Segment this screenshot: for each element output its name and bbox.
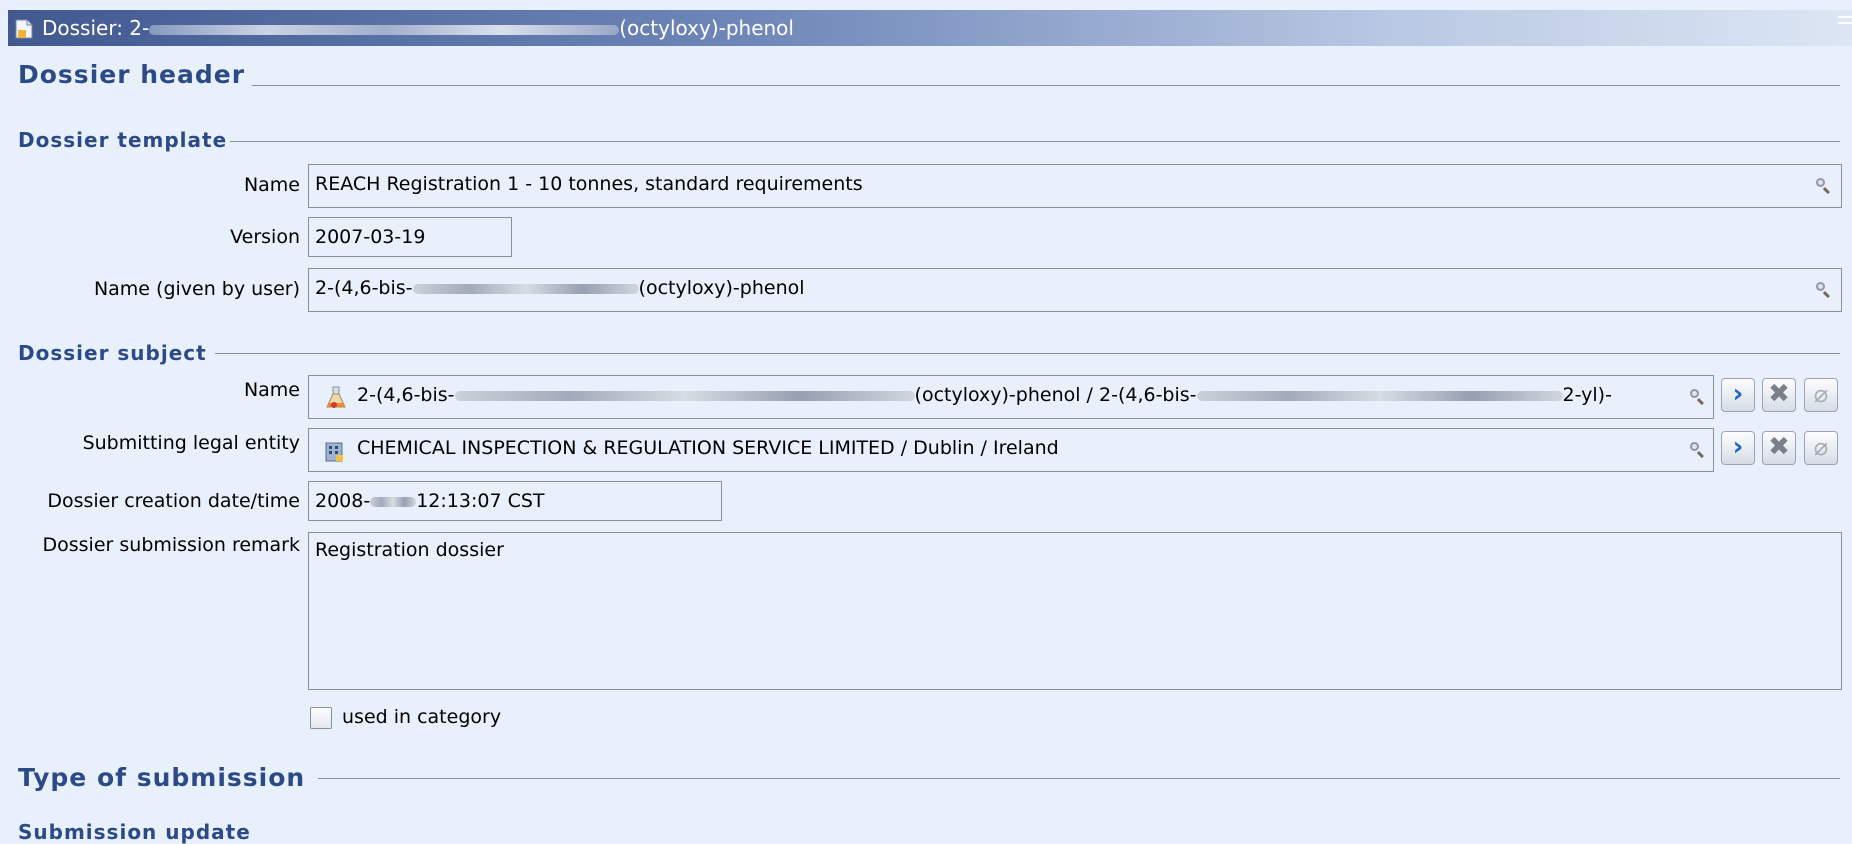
user-name-suffix: (octyloxy)-phenol xyxy=(638,277,805,299)
redacted-text xyxy=(412,283,639,294)
section-divider xyxy=(318,778,1840,779)
chevron-right-icon: › xyxy=(1732,432,1744,462)
creation-date-label: Dossier creation date/time xyxy=(47,490,300,512)
goto-entity-button[interactable]: › xyxy=(1721,431,1755,465)
section-divider xyxy=(230,141,1840,142)
subject-name-part2: (octyloxy)-phenol / 2-(4,6-bis- xyxy=(914,384,1197,406)
window-title: Dossier: 2- (octyloxy)-phenol xyxy=(42,16,794,40)
template-version-field[interactable]: 2007-03-19 xyxy=(308,217,512,257)
creation-date-suffix: 12:13:07 CST xyxy=(416,490,545,512)
subject-name-label: Name xyxy=(243,379,300,401)
search-icon[interactable] xyxy=(1815,281,1831,297)
subject-name-part3: 2-yl)- xyxy=(1562,384,1612,406)
remove-entity-button[interactable]: ✖ xyxy=(1762,431,1796,465)
section-dossier-header: Dossier header xyxy=(18,60,246,89)
minimize-icon[interactable] xyxy=(1838,16,1852,24)
flask-icon xyxy=(326,386,346,408)
window-title-bar: Dossier: 2- (octyloxy)-phenol xyxy=(8,10,1852,46)
creation-date-field[interactable]: 2008- 12:13:07 CST xyxy=(308,481,722,521)
close-icon: ✖ xyxy=(1768,379,1790,409)
subject-name-part1: 2-(4,6-bis- xyxy=(357,384,455,406)
search-icon[interactable] xyxy=(1815,177,1831,193)
search-icon[interactable] xyxy=(1689,388,1705,404)
legal-entity-label: Submitting legal entity xyxy=(82,432,300,454)
goto-subject-button[interactable]: › xyxy=(1721,378,1755,412)
template-version-label: Version xyxy=(230,226,300,248)
user-name-field[interactable]: 2-(4,6-bis- (octyloxy)-phenol xyxy=(308,268,1842,312)
creation-date-prefix: 2008- xyxy=(315,490,371,512)
attach-subject-button[interactable]: ⌀ xyxy=(1804,378,1838,412)
template-name-label: Name xyxy=(243,174,300,196)
redacted-text xyxy=(370,496,417,507)
subject-name-field[interactable]: 2-(4,6-bis- (octyloxy)-phenol / 2-(4,6-bi… xyxy=(308,375,1714,419)
user-name-prefix: 2-(4,6-bis- xyxy=(315,277,413,299)
section-type-of-submission: Type of submission xyxy=(18,763,306,792)
building-icon xyxy=(325,442,343,462)
user-name-label: Name (given by user) xyxy=(93,278,300,300)
submission-remark-textarea[interactable]: Registration dossier xyxy=(308,532,1842,690)
close-icon: ✖ xyxy=(1768,432,1790,462)
section-divider xyxy=(252,85,1840,86)
template-name-field[interactable]: REACH Registration 1 - 10 tonnes, standa… xyxy=(308,164,1842,208)
redacted-text xyxy=(1196,390,1563,401)
submission-remark-value: Registration dossier xyxy=(315,539,504,561)
legal-entity-value: CHEMICAL INSPECTION & REGULATION SERVICE… xyxy=(357,437,1059,459)
section-dossier-template: Dossier template xyxy=(18,128,228,152)
section-submission-update: Submission update xyxy=(18,820,251,844)
remove-subject-button[interactable]: ✖ xyxy=(1762,378,1796,412)
attach-entity-button[interactable]: ⌀ xyxy=(1804,431,1838,465)
used-in-category-checkbox[interactable] xyxy=(310,707,332,729)
chevron-right-icon: › xyxy=(1732,379,1744,409)
paperclip-icon: ⌀ xyxy=(1813,380,1829,408)
section-dossier-subject: Dossier subject xyxy=(18,341,207,365)
dossier-icon xyxy=(15,19,33,39)
submission-remark-label: Dossier submission remark xyxy=(42,534,301,556)
paperclip-icon: ⌀ xyxy=(1813,433,1829,461)
search-icon[interactable] xyxy=(1689,441,1705,457)
used-in-category-label: used in category xyxy=(342,706,502,728)
template-version-value: 2007-03-19 xyxy=(315,226,426,248)
template-name-value: REACH Registration 1 - 10 tonnes, standa… xyxy=(315,173,863,195)
redacted-text xyxy=(454,390,915,401)
legal-entity-field[interactable]: CHEMICAL INSPECTION & REGULATION SERVICE… xyxy=(308,428,1714,472)
section-divider xyxy=(215,353,1840,354)
